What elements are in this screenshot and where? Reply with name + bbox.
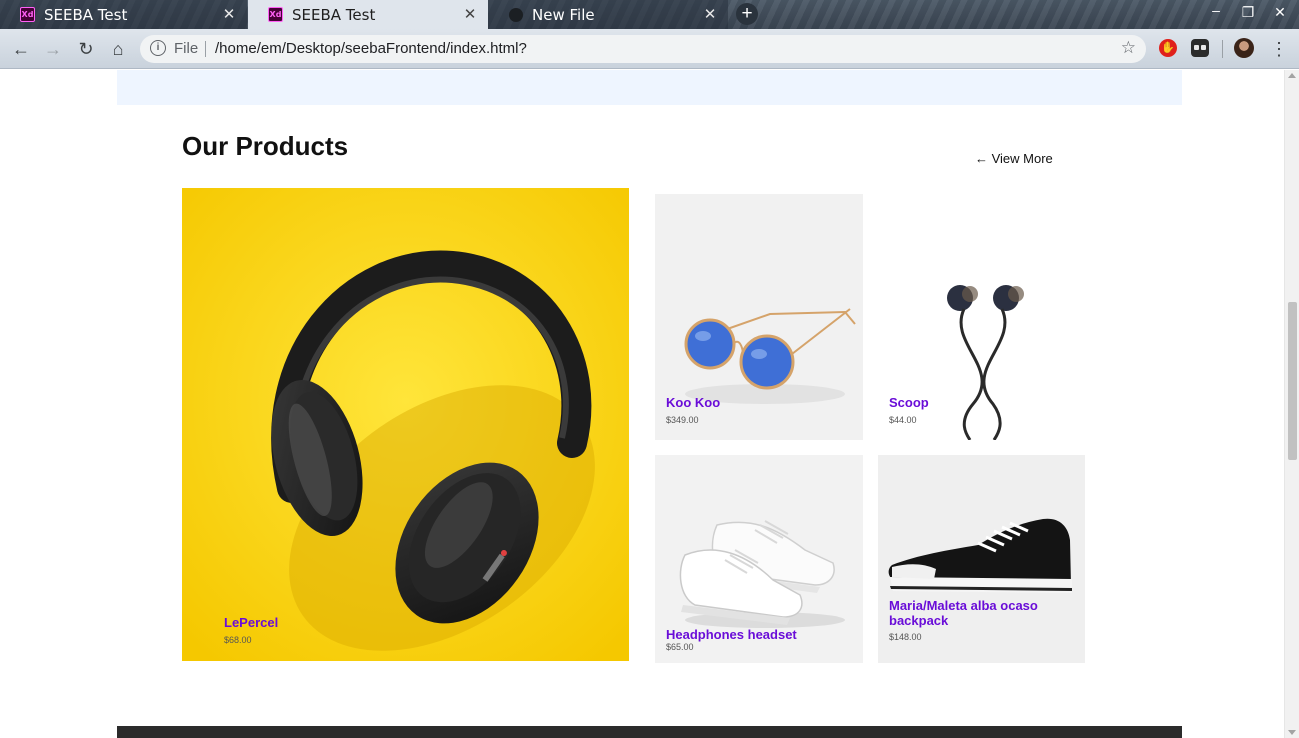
minimize-icon[interactable]: ‒ [1206, 2, 1226, 18]
product-name[interactable]: Headphones headset [666, 627, 797, 642]
extension-icon[interactable] [1191, 39, 1209, 57]
product-price: $65.00 [666, 642, 694, 652]
product-price: $44.00 [889, 415, 917, 425]
address-scheme: File [174, 40, 199, 57]
product-card[interactable]: Koo Koo $349.00 [655, 194, 863, 440]
browser-tab[interactable]: New File ✕ [488, 0, 728, 29]
page-scrollbar[interactable] [1284, 70, 1299, 738]
section-title: Our Products [182, 131, 349, 161]
browser-tab-active[interactable]: Xd SEEBA Test ✕ [248, 0, 488, 29]
address-divider [205, 41, 206, 57]
more-menu-icon[interactable]: ⋮ [1270, 38, 1288, 60]
new-tab-button[interactable]: + [736, 3, 758, 25]
close-tab-icon[interactable]: ✕ [702, 6, 718, 22]
scroll-up-icon[interactable] [1288, 73, 1296, 78]
product-name[interactable]: Scoop [889, 395, 929, 410]
scroll-down-icon[interactable] [1288, 730, 1296, 735]
close-window-icon[interactable]: ✕ [1270, 4, 1290, 21]
product-price: $68.00 [224, 635, 252, 645]
close-tab-icon[interactable]: ✕ [221, 6, 237, 22]
view-more-link[interactable]: ← View More [975, 151, 1053, 166]
bookmark-star-icon[interactable]: ☆ [1121, 38, 1136, 58]
toolbar-divider [1222, 40, 1223, 58]
scrollbar-thumb[interactable] [1288, 302, 1297, 460]
adobe-xd-icon: Xd [268, 7, 283, 22]
close-tab-icon[interactable]: ✕ [462, 6, 478, 22]
home-icon[interactable]: ⌂ [107, 38, 129, 60]
browser-toolbar: ← → ↻ ⌂ i File /home/em/Desktop/seebaFro… [0, 29, 1299, 69]
hero-section-bottom [117, 70, 1182, 105]
restore-icon[interactable]: ❐ [1238, 4, 1258, 21]
adblock-extension-icon[interactable]: ✋ [1159, 39, 1177, 57]
info-icon[interactable]: i [150, 40, 166, 56]
headphones-image [182, 188, 629, 661]
tab-title: New File [532, 5, 595, 24]
footer [117, 726, 1182, 738]
product-name[interactable]: Koo Koo [666, 395, 720, 410]
browser-tab[interactable]: Xd SEEBA Test ✕ [0, 0, 247, 29]
back-arrow-icon[interactable]: ← [10, 38, 32, 60]
reload-icon[interactable]: ↻ [75, 38, 97, 60]
product-price: $148.00 [889, 632, 922, 642]
profile-avatar[interactable] [1234, 38, 1254, 58]
adobe-xd-icon: Xd [20, 7, 35, 22]
product-name[interactable]: Maria/Maleta alba ocaso backpack [889, 598, 1079, 628]
browser-tab-bar: Xd SEEBA Test ✕ Xd SEEBA Test ✕ New File… [0, 0, 1299, 29]
product-card[interactable]: Maria/Maleta alba ocaso backpack $148.00 [878, 455, 1085, 663]
forward-arrow-icon[interactable]: → [42, 38, 64, 60]
page-viewport: Our Products ← View More LePercel $68.00… [0, 70, 1284, 738]
address-url[interactable]: /home/em/Desktop/seebaFrontend/index.htm… [215, 40, 527, 57]
product-name[interactable]: LePercel [224, 615, 278, 630]
product-card[interactable]: Scoop $44.00 [878, 194, 1085, 440]
github-icon [508, 7, 523, 22]
tab-title: SEEBA Test [44, 5, 128, 24]
tab-title: SEEBA Test [292, 5, 376, 24]
product-card-featured[interactable]: LePercel $68.00 [182, 188, 629, 661]
product-price: $349.00 [666, 415, 699, 425]
address-bar[interactable]: i File /home/em/Desktop/seebaFrontend/in… [140, 35, 1146, 63]
product-card[interactable]: Headphones headset $65.00 [655, 455, 863, 663]
